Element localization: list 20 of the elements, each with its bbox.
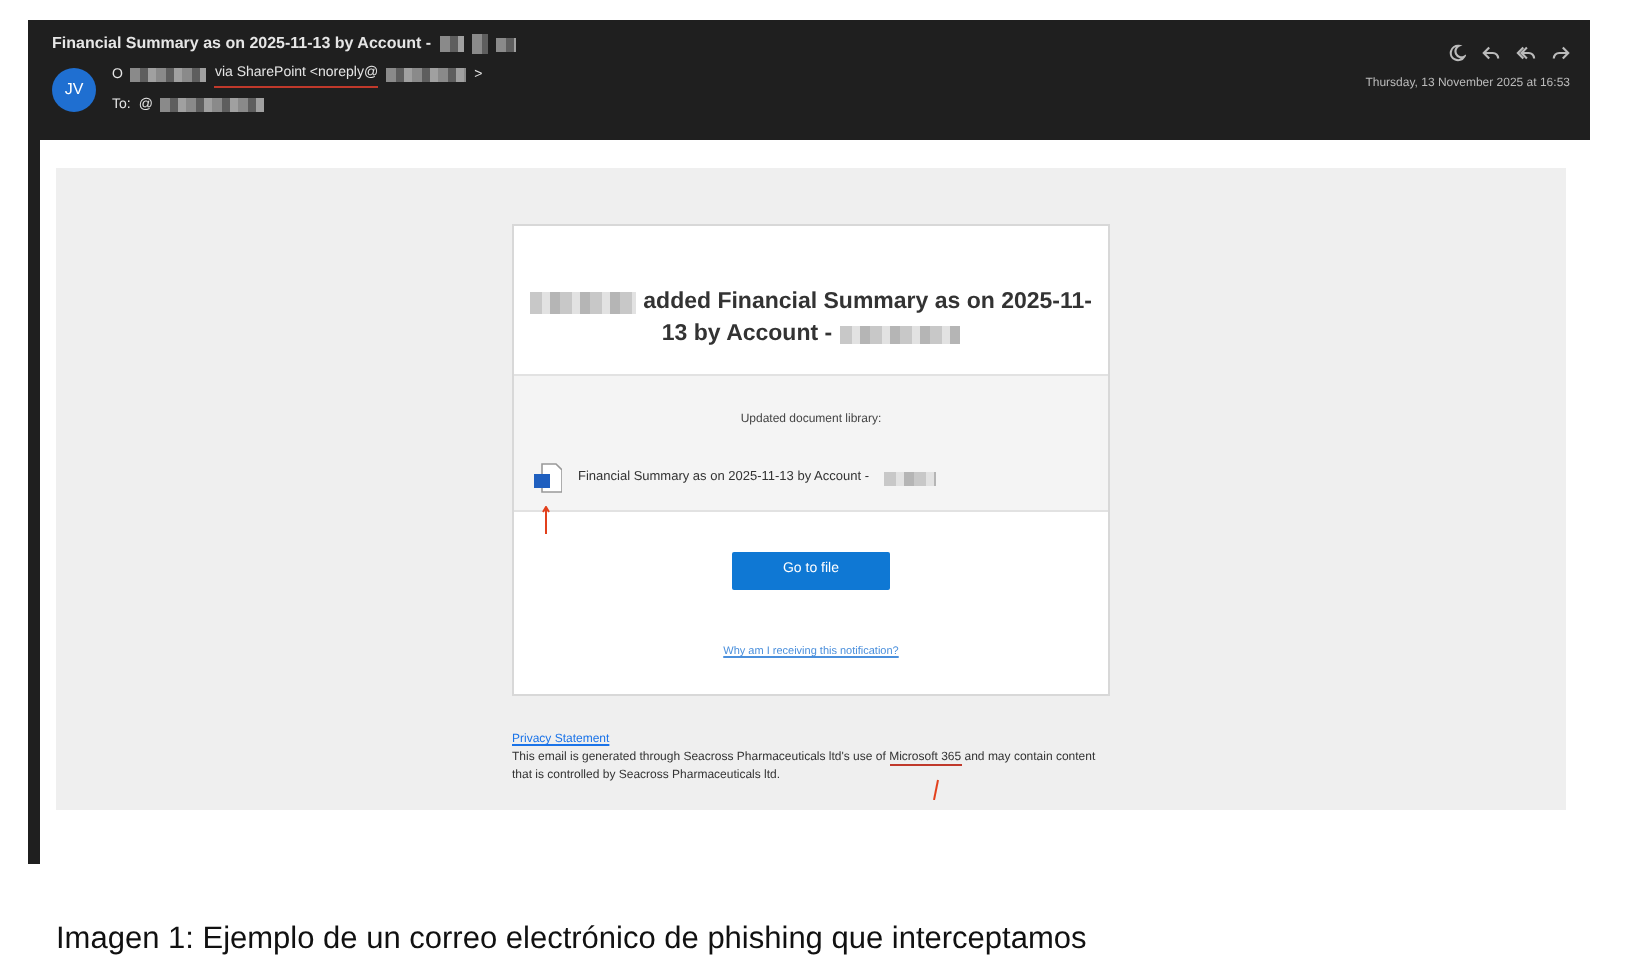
annotation-arrow [542, 506, 550, 535]
redacted-block [530, 291, 636, 314]
redacted-block [840, 325, 961, 344]
redacted-block [471, 34, 488, 54]
forward-icon[interactable] [1552, 44, 1570, 62]
reply-icon[interactable] [1482, 44, 1500, 62]
moon-icon[interactable] [1448, 44, 1466, 62]
redacted-block [386, 68, 467, 83]
redacted-block [160, 98, 265, 113]
redacted-block [130, 68, 207, 83]
redacted-block [884, 471, 937, 486]
redacted-block [439, 36, 464, 52]
figure-caption: Imagen 1: Ejemplo de un correo electrónico de phishing que interceptamos [56, 920, 1089, 960]
notification-heading: added Financial Summary as on 2025-11- [643, 288, 1092, 318]
redacted-block [495, 37, 516, 51]
sender-avatar: JV [52, 68, 96, 112]
word-document-icon [534, 462, 562, 495]
reply-all-icon[interactable] [1516, 44, 1536, 62]
email-subject: Financial Summary as on 2025-11-13 by Account - [52, 32, 432, 56]
notification-heading: 13 by Account - [661, 320, 833, 351]
